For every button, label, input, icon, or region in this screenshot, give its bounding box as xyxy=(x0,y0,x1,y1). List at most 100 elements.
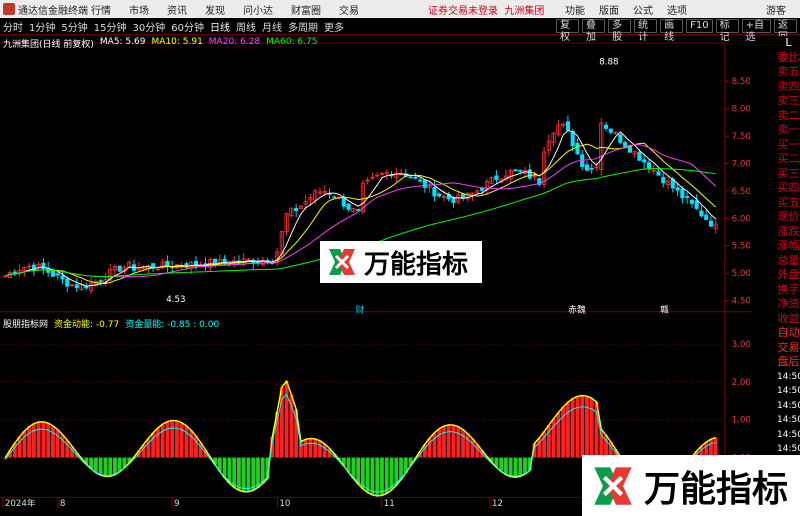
menu-item-function[interactable]: 功能 xyxy=(565,2,585,17)
app-name: 通达信金融终端 xyxy=(18,5,88,17)
candle-body xyxy=(604,124,609,129)
indicator-bar xyxy=(232,457,237,488)
sidebar-item: 涨幅 xyxy=(777,239,800,252)
menu-item-options[interactable]: 选项 xyxy=(667,2,687,17)
event-marker: 赤魏 xyxy=(568,304,586,316)
candle-body xyxy=(708,220,714,227)
event-marker: 赣 xyxy=(660,304,669,316)
stats-button[interactable]: 统计 xyxy=(634,19,658,43)
indicator-bar xyxy=(570,398,575,458)
candle-body xyxy=(117,265,122,272)
menu-item-ask[interactable]: 问小达 xyxy=(243,2,273,17)
indicator-bar xyxy=(189,430,194,458)
price-tick-label: 5.00 xyxy=(732,269,750,279)
menu-item-quotes[interactable]: 行情 xyxy=(91,2,111,17)
candle-body xyxy=(60,275,65,280)
menu-item-news[interactable]: 资讯 xyxy=(167,2,187,17)
sidebar-item: 委比 xyxy=(777,50,800,64)
login-notice[interactable]: 证券交易未登录 九洲集团 xyxy=(428,2,544,17)
candle-body xyxy=(332,196,337,199)
candle-body xyxy=(3,275,8,278)
candle-body xyxy=(565,121,570,131)
indicator-bar xyxy=(93,457,98,473)
candle-body xyxy=(98,280,103,282)
menu-item-wealth[interactable]: 财富圈 xyxy=(291,2,321,17)
watermark-top: 万能指标 xyxy=(320,241,482,283)
menu-item-formula[interactable]: 公式 xyxy=(633,2,653,17)
guest-label[interactable]: 游客 xyxy=(766,2,786,17)
indicator-bar xyxy=(580,395,585,458)
candle-body xyxy=(637,152,642,161)
candle-body xyxy=(494,175,499,180)
quote-sidebar: L 委比 卖五 卖四 卖三 卖二 卖一 买一 买二 买三 买四 买五 现价 涨跌 涨幅 总量 外盘 换手 净资 收益… xyxy=(777,36,800,516)
tab-daily[interactable]: 日线 xyxy=(210,19,230,34)
tab-60min[interactable]: 60分钟 xyxy=(171,19,204,34)
ma20-label: MA20: 6.28 xyxy=(208,37,261,47)
indicator-bar xyxy=(284,381,289,458)
indicator-bar xyxy=(155,427,160,458)
indicator-bar xyxy=(389,457,394,491)
sidebar-item: 自动 xyxy=(777,326,800,339)
indicator-bar xyxy=(513,457,518,478)
tab-multi-period[interactable]: 多周期 xyxy=(288,19,318,34)
menu-item-market[interactable]: 市场 xyxy=(129,2,149,17)
indicator-bar xyxy=(313,438,318,458)
indicator-bar xyxy=(561,406,566,458)
candle-body xyxy=(623,142,628,147)
tab-5min[interactable]: 5分钟 xyxy=(61,19,87,34)
indicator-bar xyxy=(589,398,594,458)
event-marker: 财 xyxy=(356,304,365,316)
sidebar-toggle[interactable]: L xyxy=(777,36,800,51)
candle-body xyxy=(513,169,518,172)
price-tick-label: 6.00 xyxy=(732,214,750,224)
sidebar-item: 买一 xyxy=(777,137,800,151)
restore-rights-button[interactable]: 复权 xyxy=(556,19,580,43)
candle-body xyxy=(422,179,427,188)
tab-weekly[interactable]: 周线 xyxy=(236,19,256,34)
candle-body xyxy=(689,199,694,204)
tab-monthly[interactable]: 月线 xyxy=(262,19,282,34)
multi-stock-button[interactable]: 多股 xyxy=(608,19,632,43)
overlay-button[interactable]: 叠加 xyxy=(582,19,606,43)
date-label: 9 xyxy=(174,499,180,509)
indicator-bar xyxy=(370,457,375,495)
indicator-bar xyxy=(504,457,508,475)
sidebar-item: 卖四 xyxy=(777,79,800,93)
candle-body xyxy=(675,187,680,191)
candle-body xyxy=(699,210,704,217)
menu-item-discover[interactable]: 发现 xyxy=(205,2,225,17)
draw-line-button[interactable]: 画线 xyxy=(660,19,684,43)
date-label: 11 xyxy=(384,499,395,509)
back-button[interactable]: 返回 xyxy=(774,19,798,43)
mark-button[interactable]: 标记 xyxy=(715,19,739,43)
tab-intraday[interactable]: 分时 xyxy=(3,19,23,34)
candle-body xyxy=(589,168,594,170)
sidebar-item: 卖三 xyxy=(777,94,800,107)
indicator-bar xyxy=(303,439,308,458)
add-watchlist-button[interactable]: +自选 xyxy=(741,19,771,43)
f10-button[interactable]: F10 xyxy=(686,19,713,33)
period-tabs: 分时 1分钟 5分钟 15分钟 30分钟 60分钟 日线 周线 月线 多周期 更… xyxy=(0,19,350,34)
indicator-bar xyxy=(160,424,165,458)
indicator-bar xyxy=(384,457,389,494)
candle-body xyxy=(480,187,485,191)
price-tick-label: 8.00 xyxy=(732,105,750,115)
tab-1min[interactable]: 1分钟 xyxy=(29,19,55,34)
tab-more[interactable]: 更多 xyxy=(324,19,344,34)
indicator-bar xyxy=(446,424,451,458)
indicator-bar xyxy=(256,457,260,488)
candle-body xyxy=(704,214,709,220)
menu-item-trade[interactable]: 交易 xyxy=(339,2,359,17)
sidebar-item: 14:50 xyxy=(777,429,800,440)
candle-body xyxy=(661,176,666,184)
indicator-bar xyxy=(451,425,456,458)
tab-30min[interactable]: 30分钟 xyxy=(132,19,165,34)
sidebar-item: 卖一 xyxy=(777,123,800,136)
candle-body xyxy=(65,278,70,287)
ma-legend: 九洲集团(日线 前复权) MA5: 5.69 MA10: 5.91 MA20: … xyxy=(3,37,323,50)
ma60-label: MA60: 6.75 xyxy=(266,37,318,47)
menu-item-layout[interactable]: 版面 xyxy=(599,2,619,17)
candle-body xyxy=(294,208,299,212)
tab-15min[interactable]: 15分钟 xyxy=(94,19,127,34)
indicator-bar xyxy=(51,425,55,458)
